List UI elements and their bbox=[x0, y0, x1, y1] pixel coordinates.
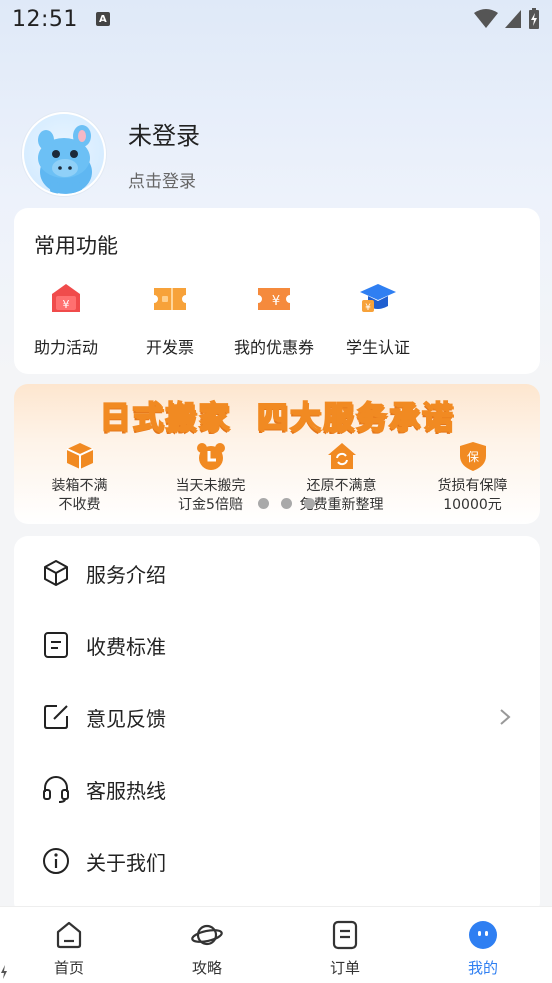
headset-icon bbox=[43, 776, 69, 803]
document-icon bbox=[44, 632, 68, 658]
menu-item-hotline[interactable]: 客服热线 bbox=[14, 753, 540, 825]
func-invoice[interactable]: 开发票 bbox=[118, 278, 222, 358]
svg-text:保: 保 bbox=[466, 450, 478, 464]
func-label: 学生认证 bbox=[345, 338, 410, 357]
menu-label: 服务介绍 bbox=[86, 562, 166, 587]
menu-label: 意见反馈 bbox=[86, 706, 166, 731]
home-icon bbox=[56, 921, 82, 949]
banner-title: 日式搬家 四大服务承诺 bbox=[98, 399, 455, 437]
menu-item-about[interactable]: 关于我们 bbox=[14, 825, 540, 897]
status-bar: 12:51 A bbox=[0, 0, 552, 38]
shield-icon: 保 bbox=[459, 442, 486, 471]
promise-item: 装箱不满 不收费 bbox=[14, 440, 145, 515]
graduation-cap-icon: ¥ bbox=[360, 284, 396, 313]
cube-icon bbox=[44, 560, 68, 586]
order-icon bbox=[332, 920, 358, 950]
menu-item-service-intro[interactable]: 服务介绍 bbox=[14, 537, 540, 609]
tab-home[interactable]: 首页 bbox=[0, 907, 138, 983]
tab-label: 我的 bbox=[467, 959, 498, 977]
common-functions-card: 常用功能 ¥ 助力活动 开发票 ¥ 我的优惠券 ¥ 学生认证 bbox=[14, 208, 540, 374]
promise-text: 还原不满意 免费重新整理 bbox=[299, 478, 384, 513]
tab-label: 订单 bbox=[329, 959, 360, 977]
func-label: 助力活动 bbox=[33, 338, 98, 357]
promise-text: 装箱不满 不收费 bbox=[51, 478, 108, 513]
carousel-dot[interactable] bbox=[258, 498, 269, 509]
menu-card: 服务介绍 收费标准 意见反馈 客服热线 关于我们 bbox=[14, 536, 540, 916]
promise-item: 当天未搬完 订金5倍赔 bbox=[145, 440, 276, 515]
planet-icon bbox=[191, 924, 223, 946]
info-icon bbox=[43, 848, 69, 874]
clock-icon bbox=[196, 443, 225, 470]
common-functions-row: ¥ 助力活动 开发票 ¥ 我的优惠券 ¥ 学生认证 bbox=[14, 278, 540, 358]
func-label: 我的优惠券 bbox=[233, 338, 314, 357]
carousel-indicator[interactable] bbox=[258, 498, 315, 509]
tab-label: 首页 bbox=[53, 959, 84, 977]
func-coupons[interactable]: ¥ 我的优惠券 bbox=[222, 278, 326, 358]
menu-label: 收费标准 bbox=[86, 634, 166, 659]
svg-text:¥: ¥ bbox=[272, 294, 280, 309]
tab-label: 攻略 bbox=[191, 959, 222, 977]
profile-header[interactable]: 未登录 点击登录 bbox=[22, 112, 200, 196]
chevron-right-icon bbox=[500, 709, 511, 725]
profile-text: 未登录 点击登录 bbox=[128, 116, 200, 192]
mascot-avatar-icon bbox=[38, 125, 92, 194]
menu-item-feedback[interactable]: 意见反馈 bbox=[14, 681, 540, 753]
service-promise-banner[interactable]: 日式搬家 四大服务承诺 装箱不满 不收费 当天未搬完 订金5倍赔 还原不满意 免… bbox=[14, 384, 540, 524]
func-assist-activity[interactable]: ¥ 助力活动 bbox=[14, 278, 118, 358]
svg-text:¥: ¥ bbox=[63, 298, 70, 311]
battery-icon bbox=[529, 8, 539, 29]
login-hint[interactable]: 点击登录 bbox=[128, 167, 200, 192]
tab-guides[interactable]: 攻略 bbox=[138, 907, 276, 983]
tab-me[interactable]: 我的 bbox=[414, 907, 552, 983]
func-student-verify[interactable]: ¥ 学生认证 bbox=[326, 278, 430, 358]
svg-text:¥: ¥ bbox=[365, 303, 371, 313]
func-label: 开发票 bbox=[145, 338, 194, 357]
common-functions-title: 常用功能 bbox=[34, 234, 118, 258]
status-icons bbox=[474, 8, 540, 30]
menu-item-pricing[interactable]: 收费标准 bbox=[14, 609, 540, 681]
promise-item: 保 货损有保障 10000元 bbox=[407, 440, 538, 515]
status-time: 12:51 bbox=[12, 6, 78, 32]
promise-text: 当天未搬完 订金5倍赔 bbox=[175, 478, 246, 513]
tab-orders[interactable]: 订单 bbox=[276, 907, 414, 983]
invoice-ticket-icon bbox=[154, 288, 186, 310]
login-status[interactable]: 未登录 bbox=[128, 116, 200, 151]
me-icon bbox=[469, 921, 497, 949]
refresh-house-icon bbox=[327, 443, 356, 469]
edit-icon bbox=[44, 705, 68, 729]
wifi-icon bbox=[474, 9, 498, 28]
carousel-dot[interactable] bbox=[281, 498, 292, 509]
coupon-icon: ¥ bbox=[258, 288, 290, 310]
menu-label: 关于我们 bbox=[86, 850, 166, 875]
promise-text: 货损有保障 10000元 bbox=[437, 478, 508, 513]
signal-icon bbox=[505, 10, 521, 28]
menu-label: 客服热线 bbox=[86, 778, 166, 803]
bottom-tab-bar: 首页 攻略 订单 我的 bbox=[0, 906, 552, 983]
box-icon bbox=[66, 443, 93, 469]
gift-house-icon: ¥ bbox=[52, 284, 80, 312]
avatar[interactable] bbox=[22, 112, 106, 196]
notification-icon: A bbox=[95, 12, 110, 26]
gesture-indicator-icon bbox=[1, 965, 7, 979]
carousel-dot[interactable] bbox=[304, 498, 315, 509]
